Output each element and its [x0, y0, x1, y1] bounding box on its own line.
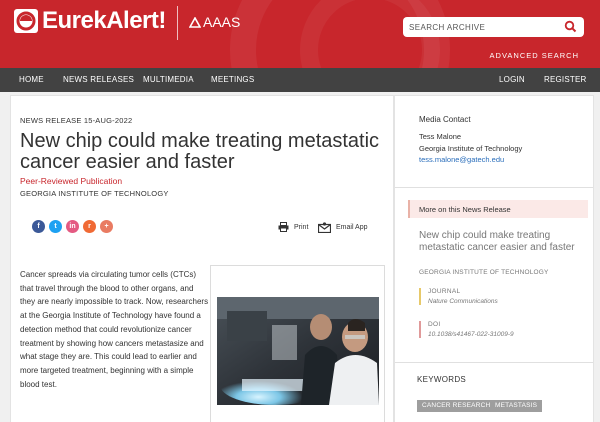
peer-reviewed-label[interactable]: Peer-Reviewed Publication [20, 176, 122, 186]
more-on-release-heading: More on this News Release [408, 200, 588, 218]
keyword-tag[interactable]: CANCER RESEARCH [417, 400, 496, 412]
release-date: NEWS RELEASE 15-AUG-2022 [20, 116, 133, 125]
aaas-text: AAAS [203, 14, 241, 30]
related-org: GEORGIA INSTITUTE OF TECHNOLOGY [419, 269, 549, 276]
divider [395, 362, 593, 363]
doi-label: DOI [428, 321, 441, 328]
journal-block: JOURNAL Nature Communications [419, 288, 569, 305]
sidebar: Media Contact Tess Malone Georgia Instit… [394, 95, 594, 422]
nav-home[interactable]: HOME [19, 75, 44, 84]
reddit-icon[interactable]: r [83, 220, 96, 233]
contact-email-link[interactable]: tess.malone@gatech.edu [419, 155, 504, 164]
nav-register[interactable]: REGISTER [544, 75, 587, 84]
article-title: New chip could make treating metastatic … [20, 130, 380, 173]
search-box[interactable] [403, 17, 584, 37]
keyword-tag[interactable]: METASTASIS [490, 400, 543, 412]
media-contact-section: Media Contact Tess Malone Georgia Instit… [395, 96, 593, 188]
search-icon[interactable] [564, 20, 577, 33]
email-app-button[interactable]: Email App [318, 222, 368, 233]
linkedin-icon[interactable]: in [66, 220, 79, 233]
contact-name: Tess Malone [419, 132, 462, 141]
more-on-release-label: More on this News Release [419, 205, 511, 214]
logo-text: EurekAlert! [42, 7, 166, 34]
printer-icon [278, 222, 289, 232]
article-organization: GEORGIA INSTITUTE OF TECHNOLOGY [20, 189, 169, 198]
email-label: Email App [336, 224, 368, 231]
nav-meetings[interactable]: MEETINGS [211, 75, 254, 84]
journal-value: Nature Communications [428, 298, 498, 305]
twitter-icon[interactable]: t [49, 220, 62, 233]
keywords-heading: KEYWORDS [417, 375, 467, 384]
media-contact-heading: Media Contact [419, 115, 471, 124]
email-icon [318, 222, 331, 233]
contact-org: Georgia Institute of Technology [419, 144, 523, 153]
more-share-icon[interactable]: + [100, 220, 113, 233]
eurekalert-logo[interactable]: EurekAlert! [14, 7, 166, 34]
print-label: Print [294, 223, 309, 231]
eurekalert-logo-icon [14, 9, 38, 33]
article-body: Cancer spreads via circulating tumor cel… [20, 270, 209, 389]
header-divider [177, 6, 178, 40]
article-card: NEWS RELEASE 15-AUG-2022 New chip could … [10, 95, 394, 422]
article-photo[interactable] [217, 297, 379, 405]
site-header: EurekAlert! AAAS ADVANCED SEARCH [0, 0, 600, 68]
advanced-search-link[interactable]: ADVANCED SEARCH [490, 51, 579, 60]
print-button[interactable]: Print [278, 222, 308, 232]
journal-label: JOURNAL [428, 288, 461, 295]
doi-block: DOI 10.1038/s41467-022-31009-9 [419, 321, 569, 338]
nav-multimedia[interactable]: MULTIMEDIA [143, 75, 194, 84]
doi-value[interactable]: 10.1038/s41467-022-31009-9 [428, 331, 569, 338]
related-title-link[interactable]: New chip could make treating metastatic … [419, 230, 589, 253]
main-nav: HOME NEWS RELEASES MULTIMEDIA MEETINGS L… [0, 68, 600, 92]
nav-login[interactable]: LOGIN [499, 75, 525, 84]
article-figure [210, 265, 385, 422]
nav-news-releases[interactable]: NEWS RELEASES [63, 75, 134, 84]
aaas-icon [189, 16, 201, 28]
facebook-icon[interactable]: f [32, 220, 45, 233]
search-input[interactable] [409, 19, 559, 35]
aaas-logo[interactable]: AAAS [189, 14, 240, 30]
